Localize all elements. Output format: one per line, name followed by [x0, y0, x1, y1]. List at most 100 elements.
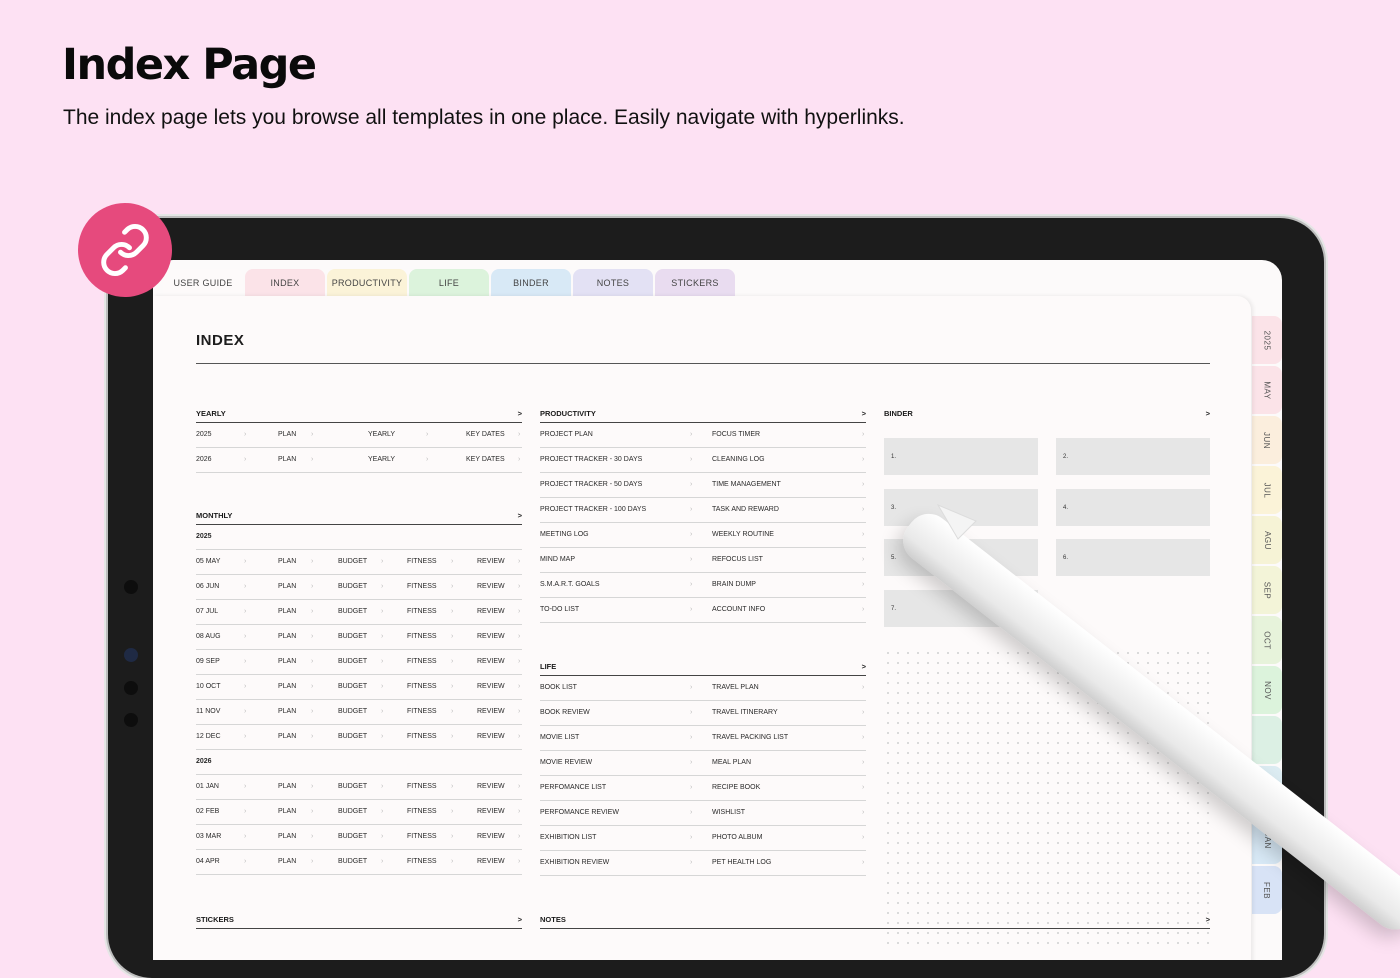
row-link[interactable]: BOOK REVIEW — [540, 709, 590, 716]
tab-user-guide[interactable]: USER GUIDE — [163, 269, 243, 296]
row-link[interactable]: WISHLIST — [712, 809, 745, 816]
row-link[interactable]: KEY DATES — [466, 431, 505, 438]
row-link[interactable]: BUDGET — [338, 858, 367, 865]
row-link[interactable]: PLAN — [278, 456, 296, 463]
row-link[interactable]: FITNESS — [407, 558, 437, 565]
row-link[interactable]: 06 JUN — [196, 583, 219, 590]
row-link[interactable]: REVIEW — [477, 683, 505, 690]
life-header[interactable]: LIFE > — [540, 657, 866, 676]
row-link[interactable]: 05 MAY — [196, 558, 220, 565]
row-link[interactable]: WEEKLY ROUTINE — [712, 531, 774, 538]
row-link[interactable]: MOVIE LIST — [540, 734, 579, 741]
row-link[interactable]: PLAN — [278, 608, 296, 615]
row-link[interactable]: YEARLY — [368, 456, 395, 463]
row-link[interactable]: PLAN — [278, 633, 296, 640]
row-link[interactable]: CLEANING LOG — [712, 456, 765, 463]
row-link[interactable]: PLAN — [278, 858, 296, 865]
row-link[interactable]: REFOCUS LIST — [712, 556, 763, 563]
row-link[interactable]: 09 SEP — [196, 658, 220, 665]
row-link[interactable]: PHOTO ALBUM — [712, 834, 762, 841]
row-link[interactable]: 10 OCT — [196, 683, 221, 690]
row-link[interactable]: KEY DATES — [466, 456, 505, 463]
row-link[interactable]: FITNESS — [407, 658, 437, 665]
productivity-header[interactable]: PRODUCTIVITY > — [540, 404, 866, 423]
binder-header[interactable]: BINDER > — [884, 404, 1210, 422]
row-link[interactable]: FOCUS TIMER — [712, 431, 760, 438]
row-link[interactable]: FITNESS — [407, 783, 437, 790]
side-tab[interactable] — [1252, 716, 1282, 764]
row-link[interactable]: 02 FEB — [196, 808, 219, 815]
side-tab[interactable]: MAY — [1252, 366, 1282, 414]
row-link[interactable]: PLAN — [278, 431, 296, 438]
row-link[interactable]: PLAN — [278, 658, 296, 665]
row-link[interactable]: 11 NOV — [196, 708, 220, 715]
row-link[interactable]: TIME MANAGEMENT — [712, 481, 781, 488]
row-link[interactable]: PROJECT PLAN — [540, 431, 593, 438]
row-link[interactable]: FITNESS — [407, 708, 437, 715]
tab-binder[interactable]: BINDER — [491, 269, 571, 296]
side-tab[interactable]: OCT — [1252, 616, 1282, 664]
row-link[interactable]: PLAN — [278, 833, 296, 840]
row-link[interactable]: BUDGET — [338, 633, 367, 640]
row-link[interactable]: FITNESS — [407, 683, 437, 690]
row-link[interactable]: REVIEW — [477, 608, 505, 615]
row-link[interactable]: TRAVEL PLAN — [712, 684, 759, 691]
row-link[interactable]: PLAN — [278, 583, 296, 590]
tab-stickers[interactable]: STICKERS — [655, 269, 735, 296]
row-link[interactable]: RECIPE BOOK — [712, 784, 760, 791]
row-link[interactable]: PROJECT TRACKER - 50 DAYS — [540, 481, 642, 488]
row-link[interactable]: REVIEW — [477, 633, 505, 640]
row-link[interactable]: BRAIN DUMP — [712, 581, 756, 588]
row-link[interactable]: FITNESS — [407, 633, 437, 640]
row-link[interactable]: MOVIE REVIEW — [540, 759, 592, 766]
row-link[interactable]: FITNESS — [407, 733, 437, 740]
row-link[interactable]: FITNESS — [407, 583, 437, 590]
row-link[interactable]: S.M.A.R.T. GOALS — [540, 581, 600, 588]
tab-notes[interactable]: NOTES — [573, 269, 653, 296]
row-link[interactable]: ACCOUNT INFO — [712, 606, 765, 613]
row-link[interactable]: BOOK LIST — [540, 684, 577, 691]
notes-header[interactable]: NOTES > — [540, 910, 1210, 929]
tab-index[interactable]: INDEX — [245, 269, 325, 296]
row-link[interactable]: FITNESS — [407, 858, 437, 865]
side-tab[interactable]: JUN — [1252, 416, 1282, 464]
row-link[interactable]: FITNESS — [407, 808, 437, 815]
row-link[interactable]: 2026 — [196, 456, 212, 463]
row-link[interactable]: BUDGET — [338, 583, 367, 590]
row-link[interactable]: BUDGET — [338, 608, 367, 615]
row-link[interactable]: BUDGET — [338, 808, 367, 815]
row-link[interactable]: EXHIBITION LIST — [540, 834, 596, 841]
row-link[interactable]: REVIEW — [477, 558, 505, 565]
row-link[interactable]: 07 JUL — [196, 608, 218, 615]
stickers-header[interactable]: STICKERS > — [196, 910, 522, 929]
row-link[interactable]: MEAL PLAN — [712, 759, 751, 766]
row-link[interactable]: REVIEW — [477, 808, 505, 815]
monthly-header[interactable]: MONTHLY > — [196, 506, 522, 525]
row-link[interactable]: BUDGET — [338, 558, 367, 565]
year-label-row[interactable]: 2025 — [196, 525, 522, 550]
binder-card[interactable]: 6. — [1056, 539, 1210, 576]
row-link[interactable]: FITNESS — [407, 608, 437, 615]
binder-card[interactable]: 4. — [1056, 488, 1210, 526]
row-link[interactable]: FITNESS — [407, 833, 437, 840]
row-link[interactable]: TRAVEL PACKING LIST — [712, 734, 788, 741]
tab-productivity[interactable]: PRODUCTIVITY — [327, 269, 407, 296]
side-tab[interactable]: NOV — [1252, 666, 1282, 714]
row-link[interactable]: EXHIBITION REVIEW — [540, 859, 609, 866]
side-tab[interactable]: JUL — [1252, 466, 1282, 514]
row-link[interactable]: 03 MAR — [196, 833, 221, 840]
row-link[interactable]: PROJECT TRACKER - 30 DAYS — [540, 456, 642, 463]
row-link[interactable]: REVIEW — [477, 733, 505, 740]
row-link[interactable]: PET HEALTH LOG — [712, 859, 771, 866]
year-label-row[interactable]: 2026 — [196, 750, 522, 775]
row-link[interactable]: PLAN — [278, 683, 296, 690]
row-link[interactable]: REVIEW — [477, 708, 505, 715]
row-link[interactable]: 08 AUG — [196, 633, 221, 640]
row-link[interactable]: 04 APR — [196, 858, 220, 865]
row-link[interactable]: PLAN — [278, 708, 296, 715]
row-link[interactable]: 2025 — [196, 431, 212, 438]
row-link[interactable]: 12 DEC — [196, 733, 221, 740]
row-link[interactable]: BUDGET — [338, 708, 367, 715]
row-link[interactable]: REVIEW — [477, 783, 505, 790]
tab-life[interactable]: LIFE — [409, 269, 489, 296]
